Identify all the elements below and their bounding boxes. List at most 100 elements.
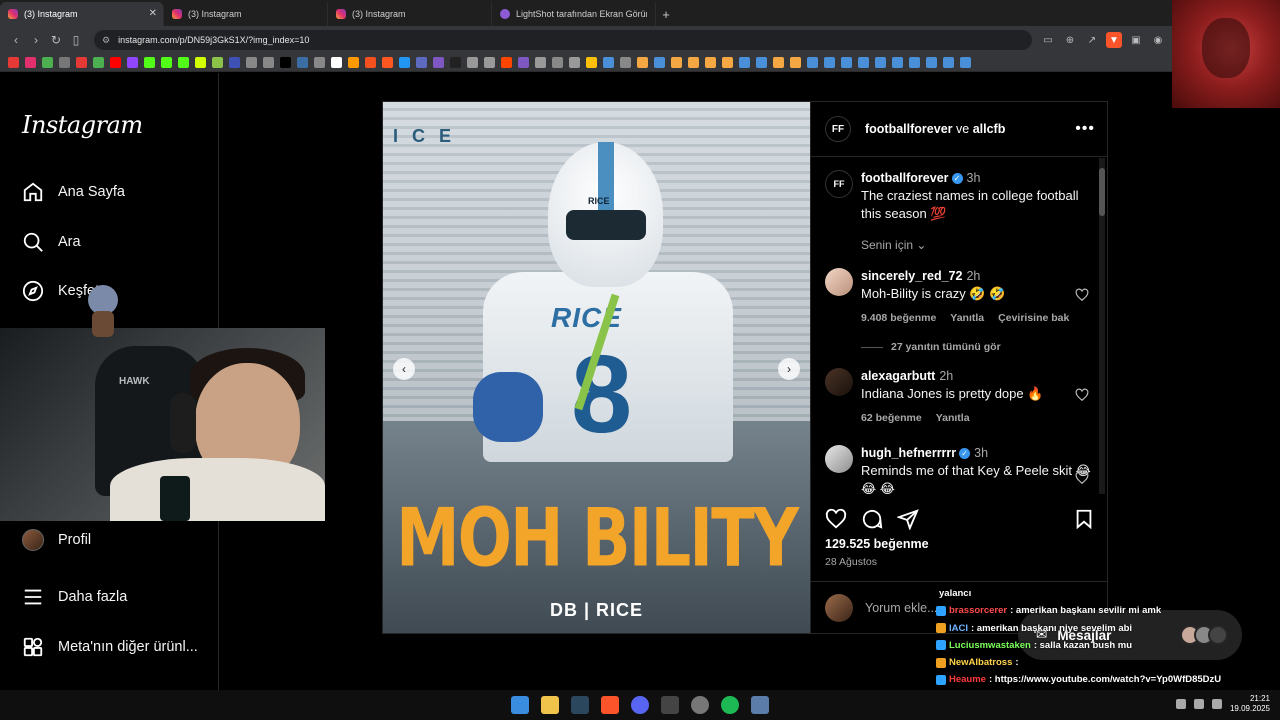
discord-icon[interactable] [631, 696, 649, 714]
reply-button[interactable]: Yanıtla [936, 411, 970, 425]
browser-tab[interactable]: (3) Instagram [164, 2, 328, 26]
bookmark-favicon-icon[interactable] [960, 57, 971, 68]
commenter-avatar[interactable] [825, 368, 853, 396]
browser-tab[interactable]: (3) Instagram ✕ [0, 2, 164, 26]
app-icon[interactable] [751, 696, 769, 714]
volume-icon[interactable] [1211, 699, 1222, 709]
author-avatar[interactable]: FF [825, 170, 853, 198]
comment-user[interactable]: hugh_hefnerrrrr [861, 446, 956, 460]
bookmark-favicon-icon[interactable] [195, 57, 206, 68]
bookmark-favicon-icon[interactable] [688, 57, 699, 68]
bookmark-favicon-icon[interactable] [314, 57, 325, 68]
browser-tab[interactable]: LightShot tarafından Ekran Görüntüs [492, 2, 656, 26]
bookmark-favicon-icon[interactable] [654, 57, 665, 68]
add-comment-input[interactable]: Yorum ekle... [865, 601, 938, 615]
comment-user[interactable]: sincerely_red_72 [861, 269, 962, 283]
share-icon[interactable]: ↗ [1084, 32, 1100, 48]
back-icon[interactable]: ‹ [6, 33, 26, 47]
bookmark-favicon-icon[interactable] [518, 57, 529, 68]
bookmark-favicon-icon[interactable] [552, 57, 563, 68]
bookmark-favicon-icon[interactable] [42, 57, 53, 68]
comments-scrollbar[interactable] [1099, 158, 1105, 494]
bookmark-favicon-icon[interactable] [212, 57, 223, 68]
bookmark-favicon-icon[interactable] [569, 57, 580, 68]
bookmark-favicon-icon[interactable] [790, 57, 801, 68]
bookmark-favicon-icon[interactable] [824, 57, 835, 68]
bookmark-favicon-icon[interactable] [450, 57, 461, 68]
translate-button[interactable]: Çevirisine bak [998, 311, 1069, 325]
author-link[interactable]: footballforever [865, 122, 953, 136]
heart-icon[interactable] [1075, 388, 1089, 402]
bookmark-favicon-icon[interactable] [739, 57, 750, 68]
more-options-icon[interactable]: ••• [1075, 120, 1095, 138]
bookmark-favicon-icon[interactable] [8, 57, 19, 68]
browser-tab[interactable]: (3) Instagram [328, 2, 492, 26]
bookmark-favicon-icon[interactable] [756, 57, 767, 68]
bookmark-favicon-icon[interactable] [943, 57, 954, 68]
tray-icon[interactable] [1193, 699, 1204, 709]
next-image-button[interactable]: › [778, 358, 800, 380]
app-icon[interactable] [661, 696, 679, 714]
bookmark-favicon-icon[interactable] [433, 57, 444, 68]
bookmark-favicon-icon[interactable] [620, 57, 631, 68]
start-icon[interactable] [511, 696, 529, 714]
new-tab-button[interactable]: + [656, 2, 676, 26]
bookmark-icon[interactable]: ▯ [66, 33, 86, 47]
nav-more[interactable]: Daha fazla [22, 586, 127, 608]
bookmark-favicon-icon[interactable] [858, 57, 869, 68]
bookmark-favicon-icon[interactable] [25, 57, 36, 68]
reply-button[interactable]: Yanıtla [950, 311, 984, 325]
bookmark-favicon-icon[interactable] [365, 57, 376, 68]
bookmark-favicon-icon[interactable] [399, 57, 410, 68]
close-tab-icon[interactable]: ✕ [149, 8, 157, 19]
bookmark-favicon-icon[interactable] [603, 57, 614, 68]
nav-home[interactable]: Ana Sayfa [22, 181, 125, 203]
comment-user[interactable]: footballforever [861, 171, 949, 185]
reload-icon[interactable]: ↻ [46, 33, 66, 47]
bookmark-favicon-icon[interactable] [416, 57, 427, 68]
like-heart-icon[interactable] [825, 508, 847, 530]
brave-icon[interactable] [601, 696, 619, 714]
commenter-avatar[interactable] [825, 445, 853, 473]
instagram-logo[interactable]: Instagram [22, 111, 143, 139]
bookmark-favicon-icon[interactable] [263, 57, 274, 68]
bookmark-favicon-icon[interactable] [484, 57, 495, 68]
bookmark-favicon-icon[interactable] [671, 57, 682, 68]
clock[interactable]: 21:21 19.09.2025 [1230, 694, 1270, 714]
bookmark-favicon-icon[interactable] [110, 57, 121, 68]
bookmark-favicon-icon[interactable] [841, 57, 852, 68]
bookmark-favicon-icon[interactable] [348, 57, 359, 68]
for-you-dropdown[interactable]: Senin için ⌄ [861, 238, 926, 252]
bookmark-favicon-icon[interactable] [722, 57, 733, 68]
screenshot-icon[interactable]: ▭ [1040, 32, 1056, 48]
bookmark-favicon-icon[interactable] [535, 57, 546, 68]
bookmark-favicon-icon[interactable] [144, 57, 155, 68]
bookmark-favicon-icon[interactable] [875, 57, 886, 68]
wallet-icon[interactable]: ◉ [1150, 32, 1166, 48]
bookmark-favicon-icon[interactable] [637, 57, 648, 68]
url-field[interactable]: ⚙ instagram.com/p/DN59j3GkS1X/?img_index… [94, 30, 1032, 50]
bookmark-favicon-icon[interactable] [467, 57, 478, 68]
bookmark-favicon-icon[interactable] [178, 57, 189, 68]
nav-search[interactable]: Ara [22, 231, 81, 253]
like-count[interactable]: 129.525 beğenme [825, 537, 929, 551]
bookmark-favicon-icon[interactable] [161, 57, 172, 68]
comment-like-count[interactable]: 9.408 beğenme [861, 311, 936, 325]
comments-list[interactable]: FF footballforever ✓ 3h The craziest names… [811, 158, 1108, 494]
forward-icon[interactable]: › [26, 33, 46, 47]
zoom-icon[interactable]: ⊕ [1062, 32, 1078, 48]
bookmark-favicon-icon[interactable] [892, 57, 903, 68]
tray-icon[interactable] [1175, 699, 1186, 709]
comment-user[interactable]: alexagarbutt [861, 369, 935, 383]
heart-icon[interactable] [1075, 471, 1089, 485]
heart-icon[interactable] [1075, 288, 1089, 302]
bookmark-favicon-icon[interactable] [127, 57, 138, 68]
nav-profile[interactable]: Profil [22, 529, 91, 551]
spotify-icon[interactable] [721, 696, 739, 714]
bookmark-favicon-icon[interactable] [807, 57, 818, 68]
bookmark-favicon-icon[interactable] [909, 57, 920, 68]
view-replies-button[interactable]: 27 yanıtın tümünü gör [861, 341, 1001, 353]
extension-icon[interactable]: ▣ [1128, 32, 1144, 48]
bookmark-favicon-icon[interactable] [382, 57, 393, 68]
obs-icon[interactable] [691, 696, 709, 714]
